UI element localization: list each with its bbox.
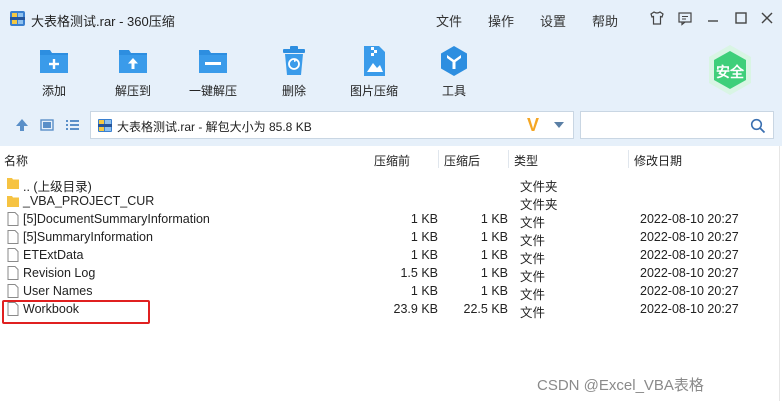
- maximize-button[interactable]: [731, 8, 751, 28]
- add-label: 添加: [41, 84, 66, 98]
- tools-button[interactable]: 工具: [418, 42, 490, 102]
- file-compressed-size: 23.9 KB: [393, 302, 438, 316]
- v-logo-icon[interactable]: V: [527, 116, 539, 134]
- column-type[interactable]: 类型: [514, 152, 538, 169]
- file-original-size: 1 KB: [480, 266, 508, 280]
- message-icon: [678, 12, 692, 26]
- minimize-icon: [708, 20, 718, 22]
- menu-settings[interactable]: 设置: [540, 11, 566, 30]
- file-modified: 2022-08-10 20:27: [640, 302, 739, 316]
- image-compress-button[interactable]: 图片压缩: [338, 42, 410, 102]
- rar-file-icon: [98, 119, 112, 132]
- file-compressed-size: 1 KB: [410, 284, 438, 298]
- delete-button[interactable]: 删除: [258, 42, 330, 102]
- image-compress-icon: [364, 46, 385, 76]
- window-title: 大表格测试.rar - 360压缩: [31, 14, 175, 29]
- search-icon[interactable]: [750, 118, 766, 134]
- highlight-box: [2, 300, 150, 324]
- folder-icon: [7, 178, 19, 189]
- feedback-button[interactable]: [675, 8, 695, 28]
- file-icon: [7, 266, 19, 280]
- one-click-extract-button[interactable]: 一键解压: [177, 42, 249, 102]
- column-divider[interactable]: [508, 150, 509, 168]
- file-original-size: 1 KB: [480, 212, 508, 226]
- file-row[interactable]: _VBA_PROJECT_CUR 文件夹: [0, 192, 782, 212]
- tools-label: 工具: [441, 84, 466, 98]
- folder-icon: [7, 196, 19, 207]
- rar-app-icon: [10, 11, 25, 26]
- file-name: Revision Log: [23, 266, 96, 280]
- column-divider[interactable]: [438, 150, 439, 168]
- file-original-size: 22.5 KB: [463, 302, 508, 316]
- skin-button[interactable]: [647, 8, 667, 28]
- shirt-icon: [650, 11, 664, 25]
- column-divider[interactable]: [628, 150, 629, 168]
- address-dropdown-icon[interactable]: [554, 122, 564, 128]
- scrollbar-edge: [779, 146, 780, 401]
- file-type: 文件: [520, 306, 546, 320]
- file-name: ETExtData: [23, 248, 84, 262]
- file-name: [5]DocumentSummaryInformation: [23, 212, 210, 226]
- close-icon: [761, 12, 773, 24]
- file-original-size: 1 KB: [480, 248, 508, 262]
- column-modified[interactable]: 修改日期: [634, 152, 682, 169]
- delete-icon: [283, 46, 305, 75]
- file-name: _VBA_PROJECT_CUR: [23, 194, 155, 208]
- file-compressed-size: 1 KB: [410, 230, 438, 244]
- file-original-size: 1 KB: [480, 284, 508, 298]
- extract-to-icon: [119, 50, 147, 73]
- extract-to-button[interactable]: 解压到: [97, 42, 169, 102]
- extract-to-label: 解压到: [114, 84, 151, 98]
- one-click-extract-icon: [199, 50, 227, 73]
- safe-badge[interactable]: 安全: [704, 42, 756, 98]
- file-modified: 2022-08-10 20:27: [640, 284, 739, 298]
- column-name[interactable]: 名称: [4, 152, 28, 169]
- file-compressed-size: 1 KB: [410, 212, 438, 226]
- address-path: 大表格测试.rar - 解包大小为 85.8 KB: [117, 120, 312, 134]
- menu-operation[interactable]: 操作: [488, 11, 514, 30]
- list-view-icon[interactable]: [64, 117, 80, 133]
- file-row[interactable]: .. (上级目录) 文件夹: [0, 174, 782, 194]
- file-icon: [7, 212, 19, 226]
- thumbnail-view-icon[interactable]: [39, 117, 55, 133]
- one-click-extract-label: 一键解压: [188, 84, 237, 98]
- delete-label: 删除: [281, 84, 306, 98]
- file-icon: [7, 284, 19, 298]
- minimize-button[interactable]: [703, 8, 723, 28]
- file-modified: 2022-08-10 20:27: [640, 212, 739, 226]
- watermark: CSDN @Excel_VBA表格: [537, 377, 704, 394]
- file-original-size: 1 KB: [480, 230, 508, 244]
- file-name: User Names: [23, 284, 93, 298]
- title-bar: 大表格测试.rar - 360压缩 文件 操作 设置 帮助: [0, 0, 782, 36]
- file-row[interactable]: [5]DocumentSummaryInformation 1 KB 1 KB 文件 2…: [0, 210, 782, 230]
- file-icon: [7, 230, 19, 244]
- menu-help[interactable]: 帮助: [592, 11, 618, 30]
- file-row[interactable]: Revision Log 1.5 KB 1 KB 文件 2022-08-10 20:27: [0, 264, 782, 284]
- file-compressed-size: 1.5 KB: [400, 266, 438, 280]
- image-compress-label: 图片压缩: [349, 84, 398, 98]
- close-button[interactable]: [757, 8, 777, 28]
- column-original[interactable]: 压缩后: [444, 152, 480, 169]
- safe-badge-label: 安全: [716, 64, 744, 80]
- file-modified: 2022-08-10 20:27: [640, 248, 739, 262]
- file-row[interactable]: ETExtData 1 KB 1 KB 文件 2022-08-10 20:27: [0, 246, 782, 266]
- up-arrow-icon[interactable]: [14, 117, 30, 133]
- maximize-icon: [735, 12, 747, 24]
- search-box[interactable]: [580, 111, 774, 139]
- column-compressed[interactable]: 压缩前: [374, 152, 410, 169]
- file-row[interactable]: User Names 1 KB 1 KB 文件 2022-08-10 20:27: [0, 282, 782, 302]
- add-icon: [40, 50, 68, 73]
- file-icon: [7, 248, 19, 262]
- file-modified: 2022-08-10 20:27: [640, 230, 739, 244]
- menu-file[interactable]: 文件: [436, 11, 462, 30]
- add-button[interactable]: 添加: [18, 42, 90, 102]
- file-modified: 2022-08-10 20:27: [640, 266, 739, 280]
- address-bar[interactable]: 大表格测试.rar - 解包大小为 85.8 KB V: [90, 111, 574, 139]
- file-compressed-size: 1 KB: [410, 248, 438, 262]
- file-name: [5]SummaryInformation: [23, 230, 153, 244]
- file-row[interactable]: [5]SummaryInformation 1 KB 1 KB 文件 2022-08-1…: [0, 228, 782, 248]
- tools-icon: [441, 46, 467, 76]
